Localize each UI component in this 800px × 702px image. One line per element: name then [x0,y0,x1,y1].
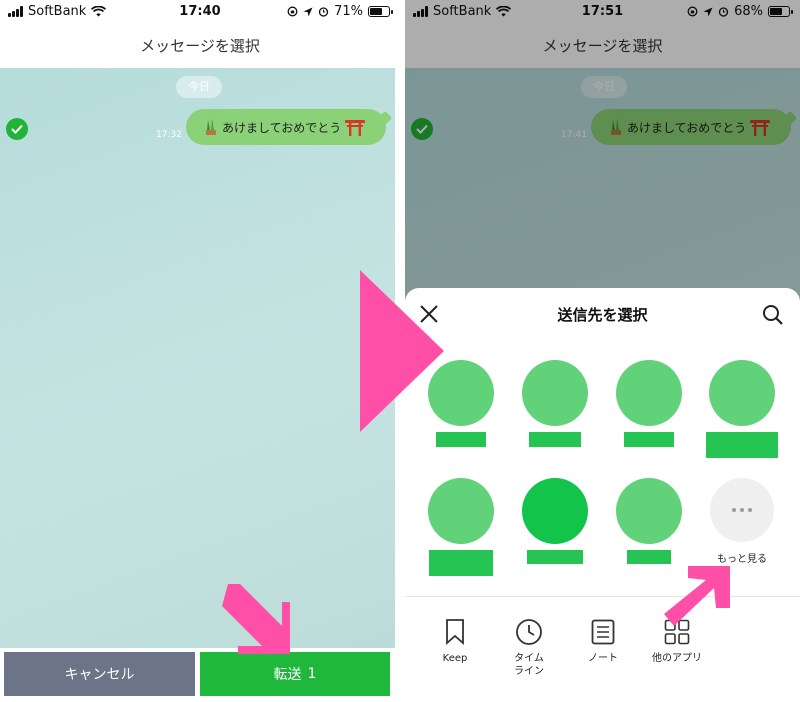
share-sheet-header: 送信先を選択 [405,288,800,344]
clock-icon [516,619,542,645]
contact-name-redacted [627,550,671,564]
more-icon [710,478,774,542]
contact-name-redacted [624,432,674,447]
avatar [709,360,775,426]
pink-transition-arrow-icon [360,270,444,432]
contact-item[interactable] [515,478,595,564]
contact-item[interactable] [421,478,501,576]
contact-item[interactable] [702,360,782,458]
contact-name-redacted [529,432,581,447]
forward-label: 転送 [273,667,302,683]
left-screen: SoftBank 17:40 71% メッセージを選択 今日 17:32 あけま… [0,0,400,702]
avatar [522,478,588,544]
contact-item[interactable] [515,360,595,447]
see-more-label: もっと見る [717,554,767,565]
contact-name-redacted [436,432,486,447]
share-option-label: Keep [442,653,468,664]
bubble-tail [377,110,393,126]
share-sheet-title: 送信先を選択 [557,306,648,324]
share-note-button[interactable]: ノート [571,616,635,665]
contact-item[interactable] [609,360,689,447]
share-option-label: 他のアプリ [652,653,702,664]
message-bubble[interactable]: あけましておめでとう [186,109,393,145]
battery-fill [370,8,382,15]
torii-emoji-icon [345,119,366,136]
pink-pointer-arrow-icon [222,584,290,654]
selected-check-icon[interactable] [6,118,28,140]
share-option-label: タイム ライン [514,653,544,677]
right-screen: SoftBank 17:51 68% メッセージを選択 今日 17:41 あけま… [405,0,800,702]
page-title: メッセージを選択 [140,37,260,55]
message-text: あけましておめでとう [222,120,342,135]
divider [405,596,800,597]
status-right: 71% [287,4,393,19]
share-option-label: ノート [588,653,618,664]
chat-area: 今日 17:32 あけましておめでとう [0,68,395,648]
battery-percent: 71% [334,4,363,19]
date-pill: 今日 [176,76,222,98]
forward-count: 1 [307,666,317,682]
rotation-lock-icon [287,6,298,17]
contact-item[interactable] [609,478,689,564]
contact-name-redacted [429,550,493,576]
share-keep-button[interactable]: Keep [423,616,487,665]
share-timeline-button[interactable]: タイム ライン [497,616,561,678]
battery-icon [368,6,393,17]
avatar [616,478,682,544]
forward-button[interactable]: 転送 1 [200,652,390,696]
note-icon [591,619,615,645]
search-icon[interactable] [762,304,784,326]
alarm-icon [318,7,329,17]
avatar [522,360,588,426]
contact-name-redacted [527,550,583,564]
avatar [616,360,682,426]
cancel-label: キャンセル [64,667,135,683]
bookmark-icon [446,619,464,645]
status-bar: SoftBank 17:40 71% [0,0,400,24]
cancel-button[interactable]: キャンセル [4,652,195,696]
share-sheet: 送信先を選択 もっと見る Keep タイム ライン ノート 他のアプリ [405,288,800,702]
kadomatsu-emoji-icon [206,118,216,135]
date-pill-label: 今日 [188,80,210,93]
contact-name-redacted [706,432,778,458]
bottom-action-bar: キャンセル 転送 1 [0,648,400,702]
location-icon [303,7,313,16]
avatar [428,478,494,544]
message-time: 17:32 [156,130,182,140]
see-more-button[interactable]: もっと見る [702,478,782,565]
pink-pointer-arrow-icon [664,566,730,626]
